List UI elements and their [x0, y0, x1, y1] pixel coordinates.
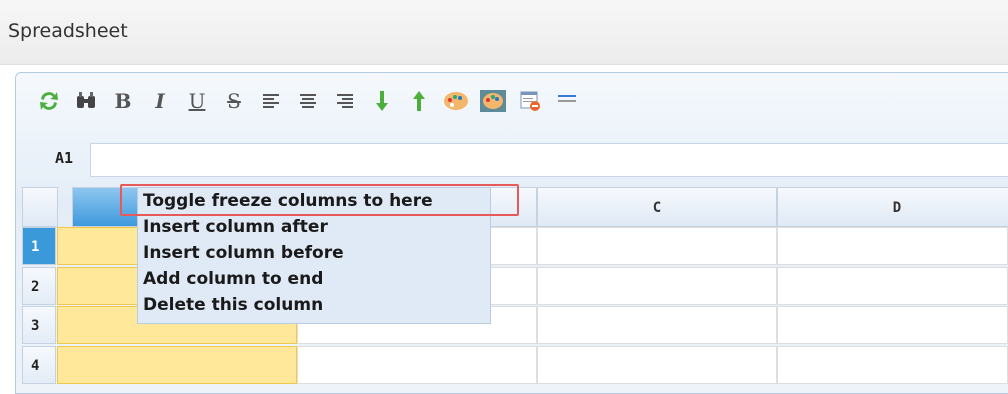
menu-item-add-to-end[interactable]: Add column to end — [143, 269, 323, 289]
bold-icon[interactable]: B — [108, 86, 138, 116]
window-title: Spreadsheet — [8, 20, 128, 42]
text-color-icon[interactable] — [478, 86, 508, 116]
corner-cell[interactable] — [22, 187, 58, 227]
sort-ascending-icon[interactable] — [404, 86, 434, 116]
wrap-text-icon[interactable] — [552, 86, 582, 116]
cell-d4[interactable] — [777, 346, 1008, 384]
title-bar: Spreadsheet — [0, 0, 1008, 65]
row-header-1[interactable]: 1 — [22, 227, 56, 265]
sort-descending-icon[interactable] — [367, 86, 397, 116]
column-header-d[interactable]: D — [777, 187, 1008, 227]
cell-a4[interactable] — [57, 346, 297, 384]
cell-d3[interactable] — [777, 306, 1008, 344]
cell-reference: A1 — [55, 149, 74, 167]
strikethrough-icon[interactable]: S — [219, 86, 249, 116]
formula-bar: A1 — [15, 143, 1008, 185]
menu-item-highlight — [120, 184, 519, 216]
cell-d1[interactable] — [777, 227, 1008, 265]
row-header-3[interactable]: 3 — [22, 306, 56, 344]
cell-c1[interactable] — [537, 227, 777, 265]
find-icon[interactable] — [71, 86, 101, 116]
background-color-icon[interactable] — [441, 86, 471, 116]
formula-input[interactable] — [90, 143, 1008, 177]
row-header-2[interactable]: 2 — [22, 267, 56, 305]
align-center-icon[interactable] — [293, 86, 323, 116]
cell-b4[interactable] — [297, 346, 537, 384]
menu-item-insert-after[interactable]: Insert column after — [143, 217, 328, 237]
italic-icon[interactable]: I — [145, 86, 175, 116]
cell-c2[interactable] — [537, 267, 777, 305]
row-header-4[interactable]: 4 — [22, 346, 56, 384]
align-right-icon[interactable] — [330, 86, 360, 116]
align-left-icon[interactable] — [256, 86, 286, 116]
toolbar: B I U S — [34, 73, 589, 129]
menu-item-insert-before[interactable]: Insert column before — [143, 243, 344, 263]
underline-icon[interactable]: U — [182, 86, 212, 116]
cell-c3[interactable] — [537, 306, 777, 344]
cell-d2[interactable] — [777, 267, 1008, 305]
refresh-icon[interactable] — [34, 86, 64, 116]
cell-properties-icon[interactable] — [515, 86, 545, 116]
column-header-c[interactable]: C — [537, 187, 777, 227]
cell-c4[interactable] — [537, 346, 777, 384]
menu-item-delete-column[interactable]: Delete this column — [143, 295, 323, 315]
